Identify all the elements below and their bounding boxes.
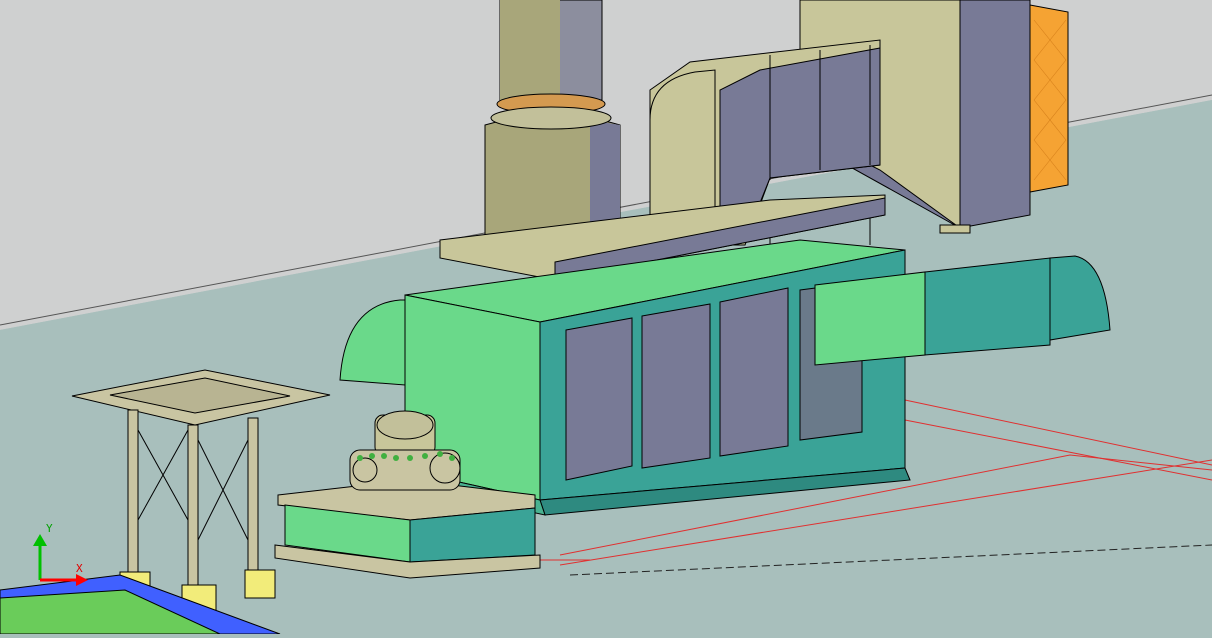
model-viewport[interactable]: Y X xyxy=(0,0,1212,635)
cad-3d-scene[interactable] xyxy=(0,0,1212,635)
ucs-x-label: X xyxy=(76,562,83,575)
ucs-y-label: Y xyxy=(46,522,53,535)
pump-skid xyxy=(274,479,541,579)
